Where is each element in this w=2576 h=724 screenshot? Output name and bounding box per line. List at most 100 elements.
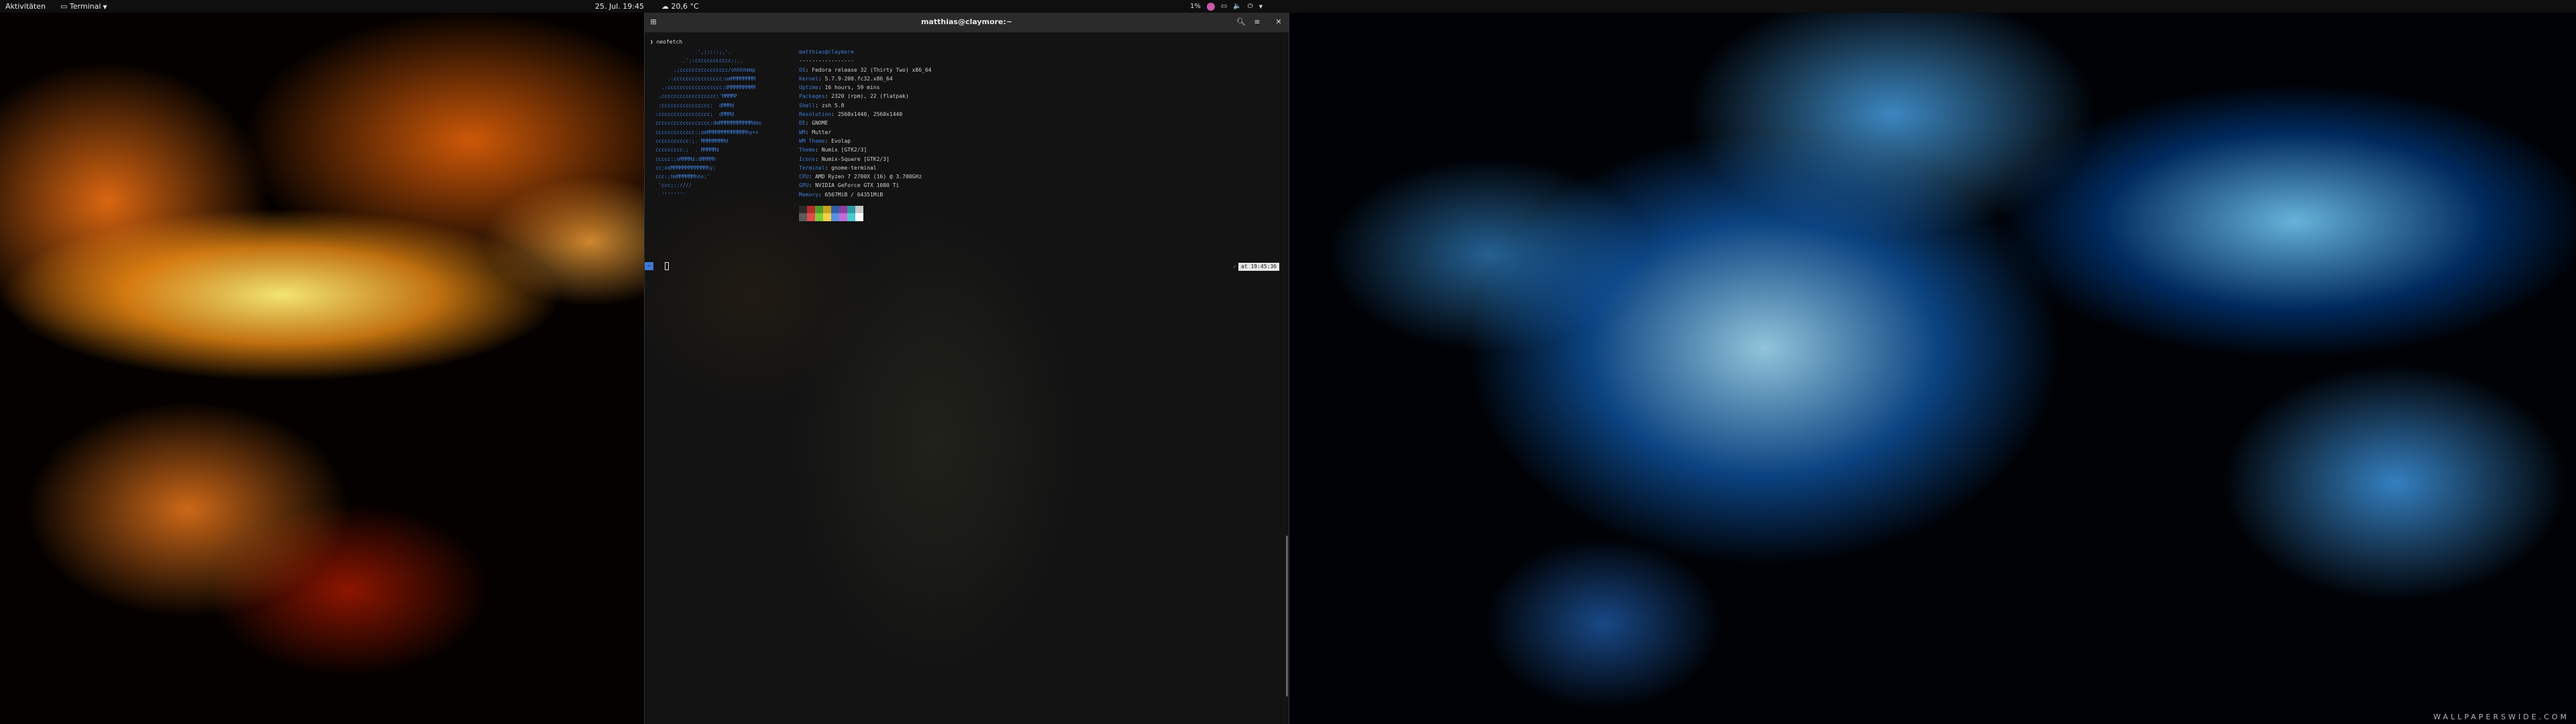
- info-row: Uptime: 16 hours, 59 mins: [799, 84, 880, 91]
- user-avatar-icon: [1206, 2, 1215, 11]
- info-value: NVIDIA GeForce GTX 1080 Ti: [815, 182, 900, 189]
- info-value: zsh 5.8: [821, 102, 845, 109]
- info-value: 2560x1440, 2560x1440: [837, 111, 903, 118]
- logo-line: cccccccccccccccccc:dmMMMMMMMMMMMdmo: [655, 120, 762, 127]
- neofetch-output: .',;::::;,'. .';:cccccccccccc:;,. .;cccc…: [650, 46, 1289, 227]
- color-swatch-row-1: [799, 206, 932, 214]
- info-key: Shell: [799, 102, 816, 109]
- logo-line: ccccccccccc:;. MMMMMMMMd: [655, 137, 729, 144]
- logo-line: '''''''': [655, 191, 686, 198]
- info-key: DE: [799, 120, 806, 127]
- prompt-time: at 19:45:36: [1238, 262, 1279, 271]
- info-key: Resolution: [799, 111, 832, 118]
- clock[interactable]: 25. Jul. 19:45: [595, 2, 644, 11]
- color-swatch: [855, 206, 863, 214]
- weather-indicator[interactable]: ☁ 20,6 °C: [661, 2, 699, 11]
- info-key: Theme: [799, 147, 816, 154]
- color-swatch: [815, 213, 823, 222]
- user-host: matthias@claymore: [799, 49, 854, 55]
- color-swatch: [823, 206, 831, 214]
- logo-line: .:cccccccccccccccc:omMMMMMMMM: [655, 75, 756, 82]
- search-button[interactable]: 🔍︎: [1235, 16, 1247, 28]
- info-value: Evolap: [831, 137, 851, 144]
- info-row: DE: GNOME: [799, 120, 828, 127]
- info-row: Terminal: gnome-terminal: [799, 164, 877, 171]
- logo-line: ccccc:;oMMMMd:dMMMMh: [655, 156, 716, 162]
- logo-line: ,cccccccccccccccccc;'MMMMP: [655, 93, 737, 100]
- info-value: 6567MiB / 64351MiB: [824, 191, 883, 198]
- info-row: CPU: AMD Ryzen 7 2700X (16) @ 3.700GHz: [799, 174, 922, 180]
- ice-wallpaper-half: [1288, 0, 2576, 724]
- color-swatch: [847, 213, 855, 222]
- terminal-window[interactable]: ⊞ matthias@claymore:~ 🔍︎ ≡ ✕ ❯ neofetch …: [644, 13, 1289, 724]
- text-cursor: [665, 262, 669, 270]
- info-value: GNOME: [812, 120, 828, 127]
- app-menu[interactable]: ▭ Terminal ▼: [60, 2, 107, 11]
- info-value: 2320 (rpm), 22 (flatpak): [831, 93, 909, 100]
- color-swatch: [799, 206, 807, 214]
- check-icon: ✓: [1233, 263, 1237, 269]
- info-row: Memory: 6567MiB / 64351MiB: [799, 191, 883, 198]
- app-menu-label: Terminal: [69, 2, 101, 11]
- prompt-directory-badge: ~: [645, 262, 653, 270]
- scrollbar[interactable]: [1286, 536, 1288, 697]
- info-row: Shell: zsh 5.8: [799, 102, 845, 109]
- fedora-ascii-logo: .',;::::;,'. .';:cccccccccccc:;,. .;cccc…: [655, 48, 761, 199]
- separator-line: -----------------: [799, 58, 854, 64]
- terminal-content[interactable]: ❯ neofetch .',;::::;,'. .';:cccccccccccc…: [645, 33, 1289, 271]
- color-swatch: [823, 213, 831, 222]
- color-swatch: [855, 213, 863, 222]
- info-key: Terminal: [799, 164, 825, 171]
- window-titlebar[interactable]: ⊞ matthias@claymore:~ 🔍︎ ≡ ✕: [645, 13, 1289, 33]
- logo-line: .';:cccccccccccc:;,.: [655, 58, 743, 64]
- volume-icon: 🔈: [1233, 3, 1242, 10]
- info-row: Packages: 2320 (rpm), 22 (flatpak): [799, 93, 909, 100]
- info-key: Packages: [799, 93, 825, 100]
- power-icon: ⏻: [1247, 3, 1253, 10]
- system-tray[interactable]: 1% ▭ 🔈 ⏻ ▼: [1190, 1, 1263, 11]
- info-key: OS: [799, 66, 806, 73]
- screen-icon: ▭: [1220, 3, 1228, 10]
- color-swatch: [807, 213, 815, 222]
- color-swatch: [799, 213, 807, 222]
- info-key: Memory: [799, 191, 818, 198]
- info-row: OS: Fedora release 32 (Thirty Two) x86_6…: [799, 66, 932, 73]
- logo-line: cc;odMMMMMMMMMMMMhy;: [655, 164, 716, 171]
- info-key: GPU: [799, 182, 809, 189]
- logo-line: .',;::::;,'.: [655, 49, 731, 55]
- info-row: Icons: Numix-Square [GTK2/3]: [799, 156, 890, 162]
- info-key: CPU: [799, 174, 809, 180]
- prompt-line: ~ ✓ at 19:45:36: [645, 262, 1289, 272]
- info-key: Kernel: [799, 75, 818, 82]
- logo-line: .:cccccccccccccccccc;dMMMMMMMMM: [655, 84, 756, 91]
- info-key: Uptime: [799, 84, 818, 91]
- weather-temperature: 20,6 °C: [671, 2, 699, 11]
- color-swatch: [807, 206, 815, 214]
- chevron-down-icon: ▼: [1258, 3, 1263, 9]
- close-button[interactable]: ✕: [1273, 16, 1285, 28]
- info-row: Kernel: 5.7.9-200.fc32.x86_64: [799, 75, 893, 82]
- logo-line: ccccccccc:; . MMMMMd: [655, 147, 719, 154]
- command-line: ❯ neofetch: [650, 39, 683, 45]
- color-swatch: [831, 206, 839, 214]
- info-value: Numix-Square [GTK2/3]: [821, 156, 890, 162]
- window-title: matthias@claymore:~: [920, 17, 1013, 26]
- color-swatch-row-2: [799, 213, 932, 222]
- system-status-text: 1%: [1190, 3, 1201, 10]
- fire-wallpaper-half: [0, 0, 644, 724]
- info-value: 5.7.9-200.fc32.x86_64: [824, 75, 893, 82]
- info-row: Resolution: 2560x1440, 2560x1440: [799, 111, 903, 118]
- hamburger-menu-button[interactable]: ≡: [1251, 16, 1263, 28]
- info-row: Theme: Numix [GTK2/3]: [799, 147, 867, 154]
- color-swatch: [831, 213, 839, 222]
- info-value: Mutter: [812, 129, 832, 135]
- info-row: WM: Mutter: [799, 129, 832, 135]
- info-value: Numix [GTK2/3]: [821, 147, 867, 154]
- wallpaper-watermark: WALLPAPERSWIDE.COM: [2433, 713, 2569, 721]
- weather-icon: ☁: [661, 2, 669, 11]
- right-prompt: ✓ at 19:45:36: [1233, 262, 1279, 271]
- activities-button[interactable]: Aktivitäten: [5, 2, 46, 11]
- logo-line: :cccccccccccccccc; dMMMd: [655, 102, 735, 109]
- color-swatch: [839, 213, 847, 222]
- logo-line: ccc:;hmMMMMMMhhs;': [655, 174, 710, 180]
